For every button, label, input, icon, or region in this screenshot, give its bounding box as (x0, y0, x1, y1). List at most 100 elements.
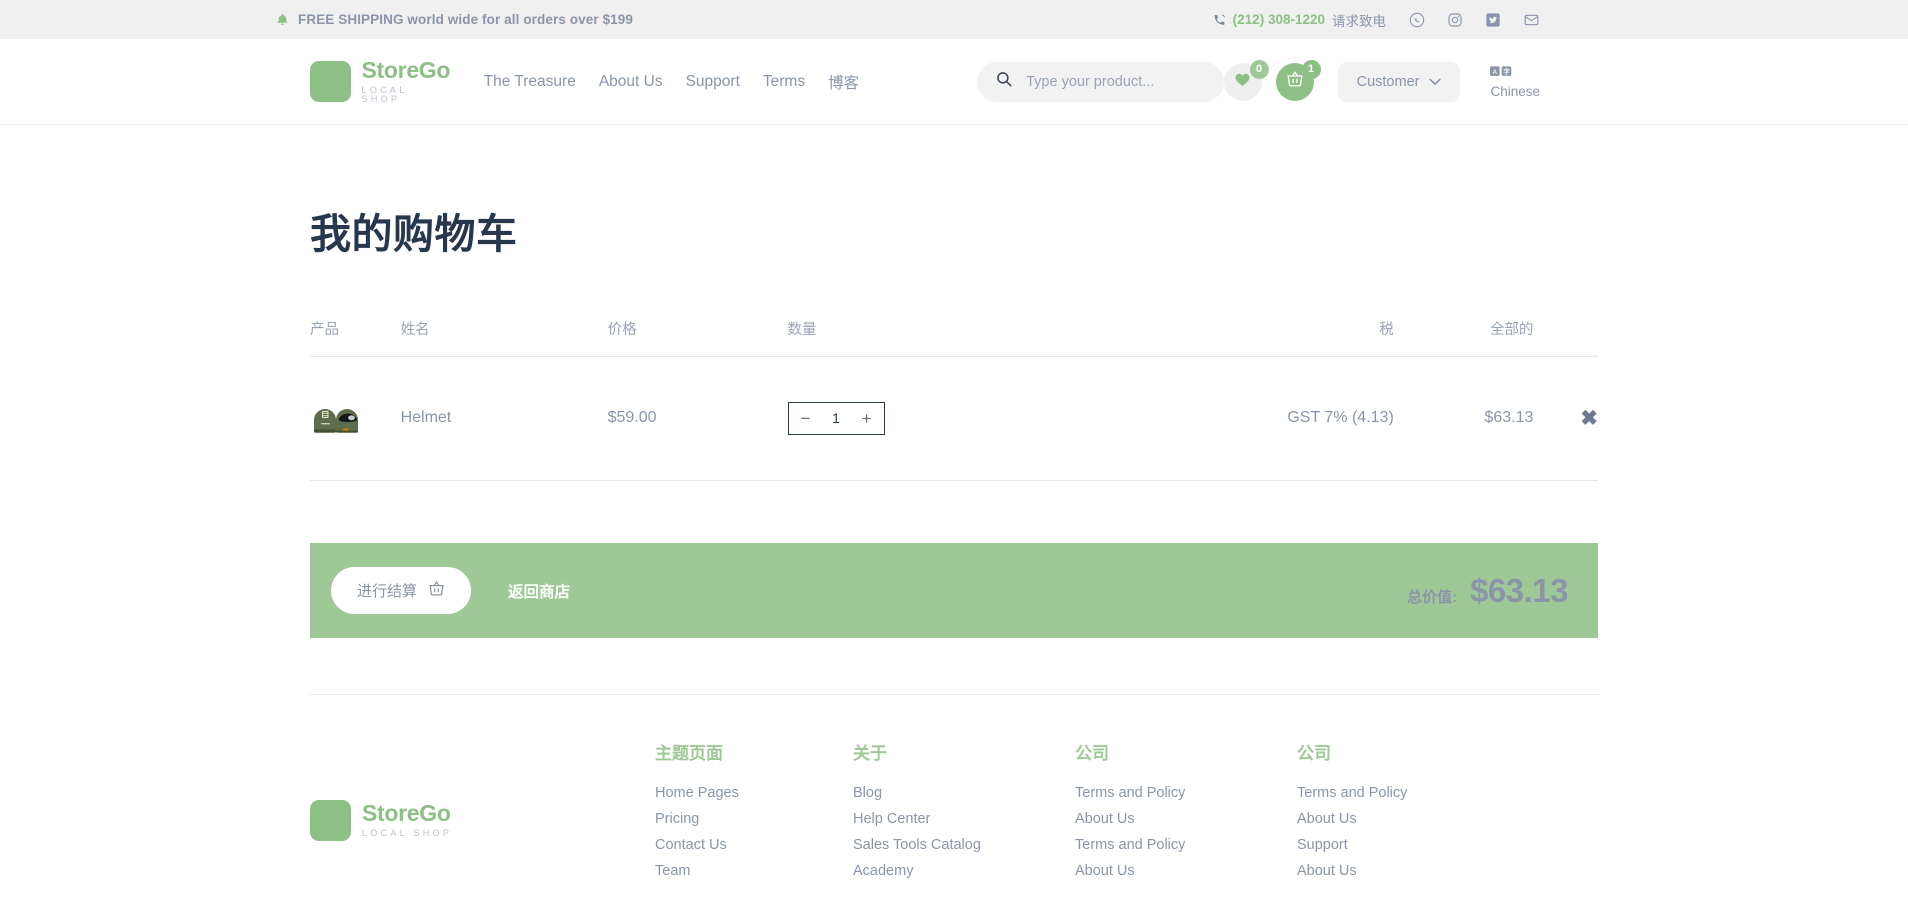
column-header-price: 价格 (608, 318, 788, 357)
product-price: $59.00 (608, 409, 657, 426)
footer-bottom-bar: 2024 My Store. All rights reserved 关注我们: (310, 889, 1598, 900)
footer-link-terms-and-policy-3[interactable]: Terms and Policy (1297, 785, 1495, 801)
site-header: StoreGo LOCAL SHOP The Treasure About Us… (0, 39, 1908, 125)
cart-total-label: 总价值: (1407, 586, 1457, 607)
footer-link-pricing[interactable]: Pricing (655, 811, 853, 827)
promo-block: FREE SHIPPING world wide for all orders … (276, 12, 633, 27)
footer-link-about-us-2[interactable]: About Us (1075, 863, 1297, 879)
main-navigation: The Treasure About Us Support Terms 博客 (484, 71, 859, 93)
cart-table-body: Helmet $59.00 − 1 + GST 7% (4.13) $63.13… (310, 357, 1598, 481)
twitter-icon[interactable] (1485, 12, 1501, 28)
heart-icon (1234, 71, 1251, 93)
nav-item-terms[interactable]: Terms (763, 73, 805, 91)
basket-icon (428, 580, 445, 601)
nav-item-the-treasure[interactable]: The Treasure (484, 73, 576, 91)
phone-icon (1213, 13, 1226, 27)
footer-link-help-center[interactable]: Help Center (853, 811, 1075, 827)
footer-column-title: 公司 (1297, 739, 1495, 764)
footer-column-theme-pages: 主题页面 Home Pages Pricing Contact Us Team (655, 739, 853, 889)
footer-column-about: 关于 Blog Help Center Sales Tools Catalog … (853, 739, 1075, 889)
footer-link-terms-and-policy-2[interactable]: Terms and Policy (1075, 837, 1297, 853)
footer-link-columns: 主题页面 Home Pages Pricing Contact Us Team … (655, 739, 1598, 889)
logo-subtitle: LOCAL SHOP (362, 86, 451, 104)
return-to-store-link[interactable]: 返回商店 (508, 580, 570, 602)
cell-product-price: $59.00 (608, 357, 788, 481)
nav-item-about-us[interactable]: About Us (599, 73, 663, 91)
product-name-link[interactable]: Helmet (401, 409, 452, 426)
table-row: Helmet $59.00 − 1 + GST 7% (4.13) $63.13… (310, 357, 1598, 481)
favorites-button[interactable]: 0 (1224, 63, 1262, 101)
quantity-value[interactable]: 1 (832, 410, 840, 426)
column-header-quantity: 数量 (788, 318, 1085, 357)
page-title: 我的购物车 (310, 200, 1598, 260)
footer-link-blog[interactable]: Blog (853, 785, 1075, 801)
footer-logo-name: StoreGo (362, 802, 452, 825)
footer-column-title: 关于 (853, 739, 1075, 764)
footer-link-about-us[interactable]: About Us (1075, 811, 1297, 827)
cart-table: 产品 姓名 价格 数量 税 全部的 (310, 318, 1598, 481)
translate-icon: A 字 (1490, 64, 1512, 82)
search-icon (995, 70, 1013, 93)
footer-column-title: 公司 (1075, 739, 1297, 764)
header-logo[interactable]: StoreGo LOCAL SHOP (310, 59, 451, 104)
cell-product-name: Helmet (401, 357, 608, 481)
cart-total-value: $63.13 (1470, 572, 1568, 610)
cell-product-thumb (310, 357, 401, 481)
remove-item-button[interactable]: ✖ (1533, 357, 1598, 481)
quantity-decrease-button[interactable]: − (801, 410, 811, 427)
helmet-thumbnail-icon (310, 398, 362, 438)
phone-label: 请求致电 (1332, 10, 1386, 30)
logo-name: StoreGo (362, 59, 451, 82)
column-header-total: 全部的 (1394, 318, 1534, 357)
chevron-down-icon (1429, 74, 1441, 90)
column-header-remove (1533, 318, 1598, 357)
quantity-stepper[interactable]: − 1 + (788, 402, 885, 435)
promo-text: FREE SHIPPING world wide for all orders … (298, 12, 633, 27)
search-input[interactable] (1026, 74, 1206, 90)
topbar-social-links (1409, 12, 1540, 28)
cart-total-block: 总价值: $63.13 (1407, 572, 1568, 610)
search-bar[interactable] (977, 62, 1224, 102)
footer-link-terms-and-policy[interactable]: Terms and Policy (1075, 785, 1297, 801)
basket-icon (1286, 70, 1304, 93)
cart-button[interactable]: 1 (1276, 63, 1314, 101)
footer-link-home-pages[interactable]: Home Pages (655, 785, 853, 801)
account-dropdown[interactable]: Customer (1338, 62, 1461, 102)
instagram-icon[interactable] (1447, 12, 1463, 28)
footer-logo[interactable]: StoreGo LOCAL SHOP (310, 739, 655, 889)
footer-link-contact-us[interactable]: Contact Us (655, 837, 853, 853)
bell-icon (276, 12, 289, 27)
footer-link-support[interactable]: Support (1297, 837, 1495, 853)
column-header-name: 姓名 (401, 318, 608, 357)
footer-link-about-us-4[interactable]: About Us (1297, 863, 1495, 879)
favorites-count-badge: 0 (1250, 60, 1269, 79)
nav-item-support[interactable]: Support (686, 73, 740, 91)
quantity-increase-button[interactable]: + (862, 410, 872, 427)
footer-link-sales-tools-catalog[interactable]: Sales Tools Catalog (853, 837, 1075, 853)
footer-logo-subtitle: LOCAL SHOP (362, 829, 452, 838)
footer-column-company-2: 公司 Terms and Policy About Us Support Abo… (1297, 739, 1495, 889)
svg-text:A: A (1493, 69, 1498, 76)
phone-number: (212) 308-1220 (1233, 12, 1325, 27)
column-header-product: 产品 (310, 318, 401, 357)
cell-product-total: $63.13 (1394, 357, 1534, 481)
cart-count-badge: 1 (1302, 60, 1321, 79)
footer-link-team[interactable]: Team (655, 863, 853, 879)
phone-contact[interactable]: (212) 308-1220 请求致电 (1213, 10, 1386, 30)
account-label: Customer (1357, 74, 1420, 90)
header-actions: 0 1 Customer A 字 Chinese (1224, 62, 1540, 102)
checkout-bar: 进行结算 返回商店 总价值: $63.13 (310, 543, 1598, 638)
footer-link-about-us-3[interactable]: About Us (1297, 811, 1495, 827)
nav-item-blog[interactable]: 博客 (828, 71, 859, 93)
svg-text:字: 字 (1504, 67, 1511, 76)
checkout-button-label: 进行结算 (357, 580, 417, 601)
cart-table-header: 产品 姓名 价格 数量 税 全部的 (310, 318, 1598, 357)
column-header-tax: 税 (1085, 318, 1394, 357)
footer-link-academy[interactable]: Academy (853, 863, 1075, 879)
proceed-to-checkout-button[interactable]: 进行结算 (331, 567, 471, 614)
email-icon[interactable] (1523, 12, 1540, 28)
language-selector[interactable]: A 字 Chinese (1490, 64, 1540, 99)
logo-mark-icon (310, 61, 351, 102)
whatsapp-icon[interactable] (1409, 12, 1425, 28)
footer-column-title: 主题页面 (655, 739, 853, 764)
